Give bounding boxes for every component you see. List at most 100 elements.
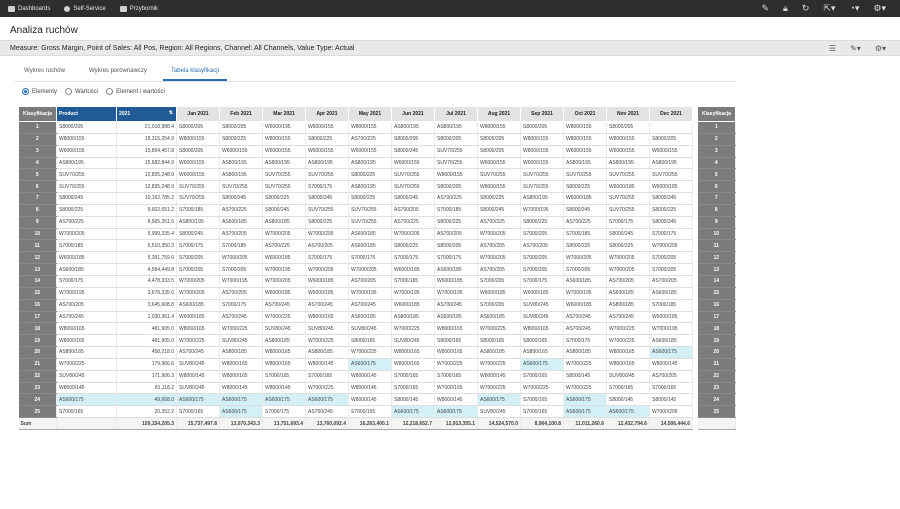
sort-icon[interactable]: ⇅ [169, 110, 173, 116]
month-cell[interactable]: SUV80/245 [520, 311, 564, 324]
month-cell[interactable]: SUV70/255 [348, 216, 392, 229]
month-cell[interactable]: W8000/165 [606, 346, 650, 359]
month-cell[interactable]: W6000/155 [477, 157, 521, 170]
month-cell[interactable]: SUV70/255 [176, 192, 220, 205]
month-cell[interactable]: AS800/185 [305, 346, 349, 359]
product-cell[interactable]: S8000/225 [56, 204, 117, 217]
month-cell[interactable]: W6000/155 [649, 145, 693, 158]
month-cell[interactable]: SUV70/255 [262, 180, 306, 194]
month-cell[interactable]: AS700/225 [348, 133, 392, 146]
month-cell[interactable]: S8000/205 [520, 121, 564, 134]
month-cell[interactable]: W8000/165 [434, 346, 478, 359]
month-cell[interactable]: S7000/185 [391, 275, 435, 288]
month-cell[interactable]: SUV70/255 [434, 157, 478, 170]
month-cell[interactable]: S7000/165 [176, 405, 220, 419]
product-cell[interactable]: W7000/205 [56, 228, 117, 241]
month-cell[interactable]: W6000/185 [434, 275, 478, 288]
month-cell[interactable]: AS800/185 [262, 334, 306, 348]
month-cell[interactable]: AS600/175 [520, 358, 564, 371]
month-column-header[interactable]: May 2021 [348, 106, 392, 122]
month-column-header[interactable]: Mar 2021 [262, 106, 306, 122]
month-cell[interactable]: S8000/145 [606, 393, 650, 407]
month-cell[interactable]: S7000/205 [520, 251, 564, 265]
month-cell[interactable]: S8000/225 [391, 239, 435, 253]
month-cell[interactable] [649, 121, 693, 134]
month-cell[interactable]: S8000/205 [434, 239, 478, 253]
month-cell[interactable]: AS700/225 [219, 204, 263, 217]
month-cell[interactable]: AS600/185 [477, 311, 521, 324]
month-cell[interactable]: AS600/175 [262, 393, 306, 407]
month-cell[interactable]: S8000/245 [563, 204, 607, 217]
month-cell[interactable]: AS700/245 [563, 311, 607, 324]
radio-elements[interactable]: Elementy [22, 88, 57, 95]
month-cell[interactable]: W7000/225 [563, 358, 607, 371]
month-cell[interactable]: SUV80/245 [176, 358, 220, 371]
month-cell[interactable]: AS700/205 [219, 228, 263, 241]
month-cell[interactable]: S8000/245 [606, 228, 650, 241]
month-cell[interactable]: S7000/165 [520, 393, 564, 407]
month-cell[interactable]: AS800/195 [262, 157, 306, 170]
month-cell[interactable]: W7000/225 [219, 322, 263, 336]
month-cell[interactable]: S7000/165 [348, 405, 392, 419]
month-cell[interactable]: W8000/155 [606, 133, 650, 146]
month-cell[interactable]: SUV70/255 [305, 204, 349, 217]
month-cell[interactable]: AS700/245 [305, 405, 349, 419]
month-cell[interactable]: S8000/205 [606, 121, 650, 134]
product-cell[interactable]: AS600/175 [56, 393, 117, 407]
month-cell[interactable]: AS800/185 [477, 346, 521, 359]
month-cell[interactable]: W8000/165 [305, 311, 349, 324]
month-cell[interactable]: AS600/185 [563, 275, 607, 288]
gear-icon[interactable]: ⚙▾ [875, 44, 886, 53]
month-cell[interactable]: W6000/185 [606, 180, 650, 194]
month-cell[interactable]: S8000/225 [262, 192, 306, 205]
month-cell[interactable]: S8000/205 [477, 145, 521, 158]
month-cell[interactable]: AS800/165 [520, 346, 564, 359]
month-cell[interactable]: S8000/205 [434, 133, 478, 146]
month-cell[interactable]: W8000/155 [434, 168, 478, 182]
month-cell[interactable]: AS700/205 [477, 263, 521, 276]
month-cell[interactable]: W7000/225 [348, 346, 392, 359]
month-cell[interactable]: AS700/245 [563, 322, 607, 336]
product-column-header[interactable]: Product [56, 106, 117, 122]
month-cell[interactable]: W8000/145 [477, 370, 521, 383]
product-cell[interactable]: S7000/185 [56, 239, 117, 253]
month-cell[interactable]: SUV70/255 [606, 192, 650, 205]
month-column-header[interactable]: Jun 2021 [391, 106, 435, 122]
edit-icon[interactable]: ✎ [761, 4, 769, 13]
month-cell[interactable]: SUV70/255 [520, 168, 564, 182]
month-cell[interactable]: AS700/245 [262, 299, 306, 312]
month-cell[interactable]: W8000/165 [219, 358, 263, 371]
month-cell[interactable]: AS700/245 [348, 299, 392, 312]
month-cell[interactable]: SUV80/245 [262, 322, 306, 336]
month-cell[interactable]: W8000/165 [391, 358, 435, 371]
month-cell[interactable]: W6000/185 [477, 287, 521, 300]
month-cell[interactable]: W8000/145 [348, 382, 392, 395]
month-cell[interactable]: W8000/145 [176, 370, 220, 383]
month-cell[interactable]: S7000/175 [434, 251, 478, 265]
month-cell[interactable]: W6000/155 [262, 145, 306, 158]
month-cell[interactable]: W7000/205 [305, 263, 349, 276]
month-cell[interactable]: W8000/145 [219, 382, 263, 395]
month-cell[interactable]: AS700/205 [305, 239, 349, 253]
month-cell[interactable]: SUV80/245 [520, 299, 564, 312]
month-cell[interactable]: SUV70/255 [606, 204, 650, 217]
month-cell[interactable]: SUV70/255 [649, 168, 693, 182]
month-cell[interactable]: W7000/205 [477, 228, 521, 241]
month-cell[interactable]: W7000/195 [434, 287, 478, 300]
month-cell[interactable]: AS800/195 [176, 216, 220, 229]
month-cell[interactable]: AS700/205 [434, 228, 478, 241]
month-cell[interactable]: AS600/175 [563, 405, 607, 419]
month-cell[interactable]: W7000/225 [606, 334, 650, 348]
month-column-header[interactable]: Nov 2021 [606, 106, 650, 122]
month-cell[interactable]: S8000/245 [391, 192, 435, 205]
month-column-header[interactable]: Sep 2021 [520, 106, 564, 122]
month-cell[interactable]: S8000/205 [176, 121, 220, 134]
month-cell[interactable]: S8000/145 [563, 370, 607, 383]
month-column-header[interactable]: Oct 2021 [563, 106, 607, 122]
month-cell[interactable]: W7000/205 [262, 228, 306, 241]
month-cell[interactable]: AS700/225 [434, 192, 478, 205]
month-cell[interactable]: W7000/225 [477, 382, 521, 395]
month-cell[interactable]: W7000/165 [434, 382, 478, 395]
month-cell[interactable]: S8000/245 [391, 145, 435, 158]
month-cell[interactable]: SUV70/255 [262, 168, 306, 182]
